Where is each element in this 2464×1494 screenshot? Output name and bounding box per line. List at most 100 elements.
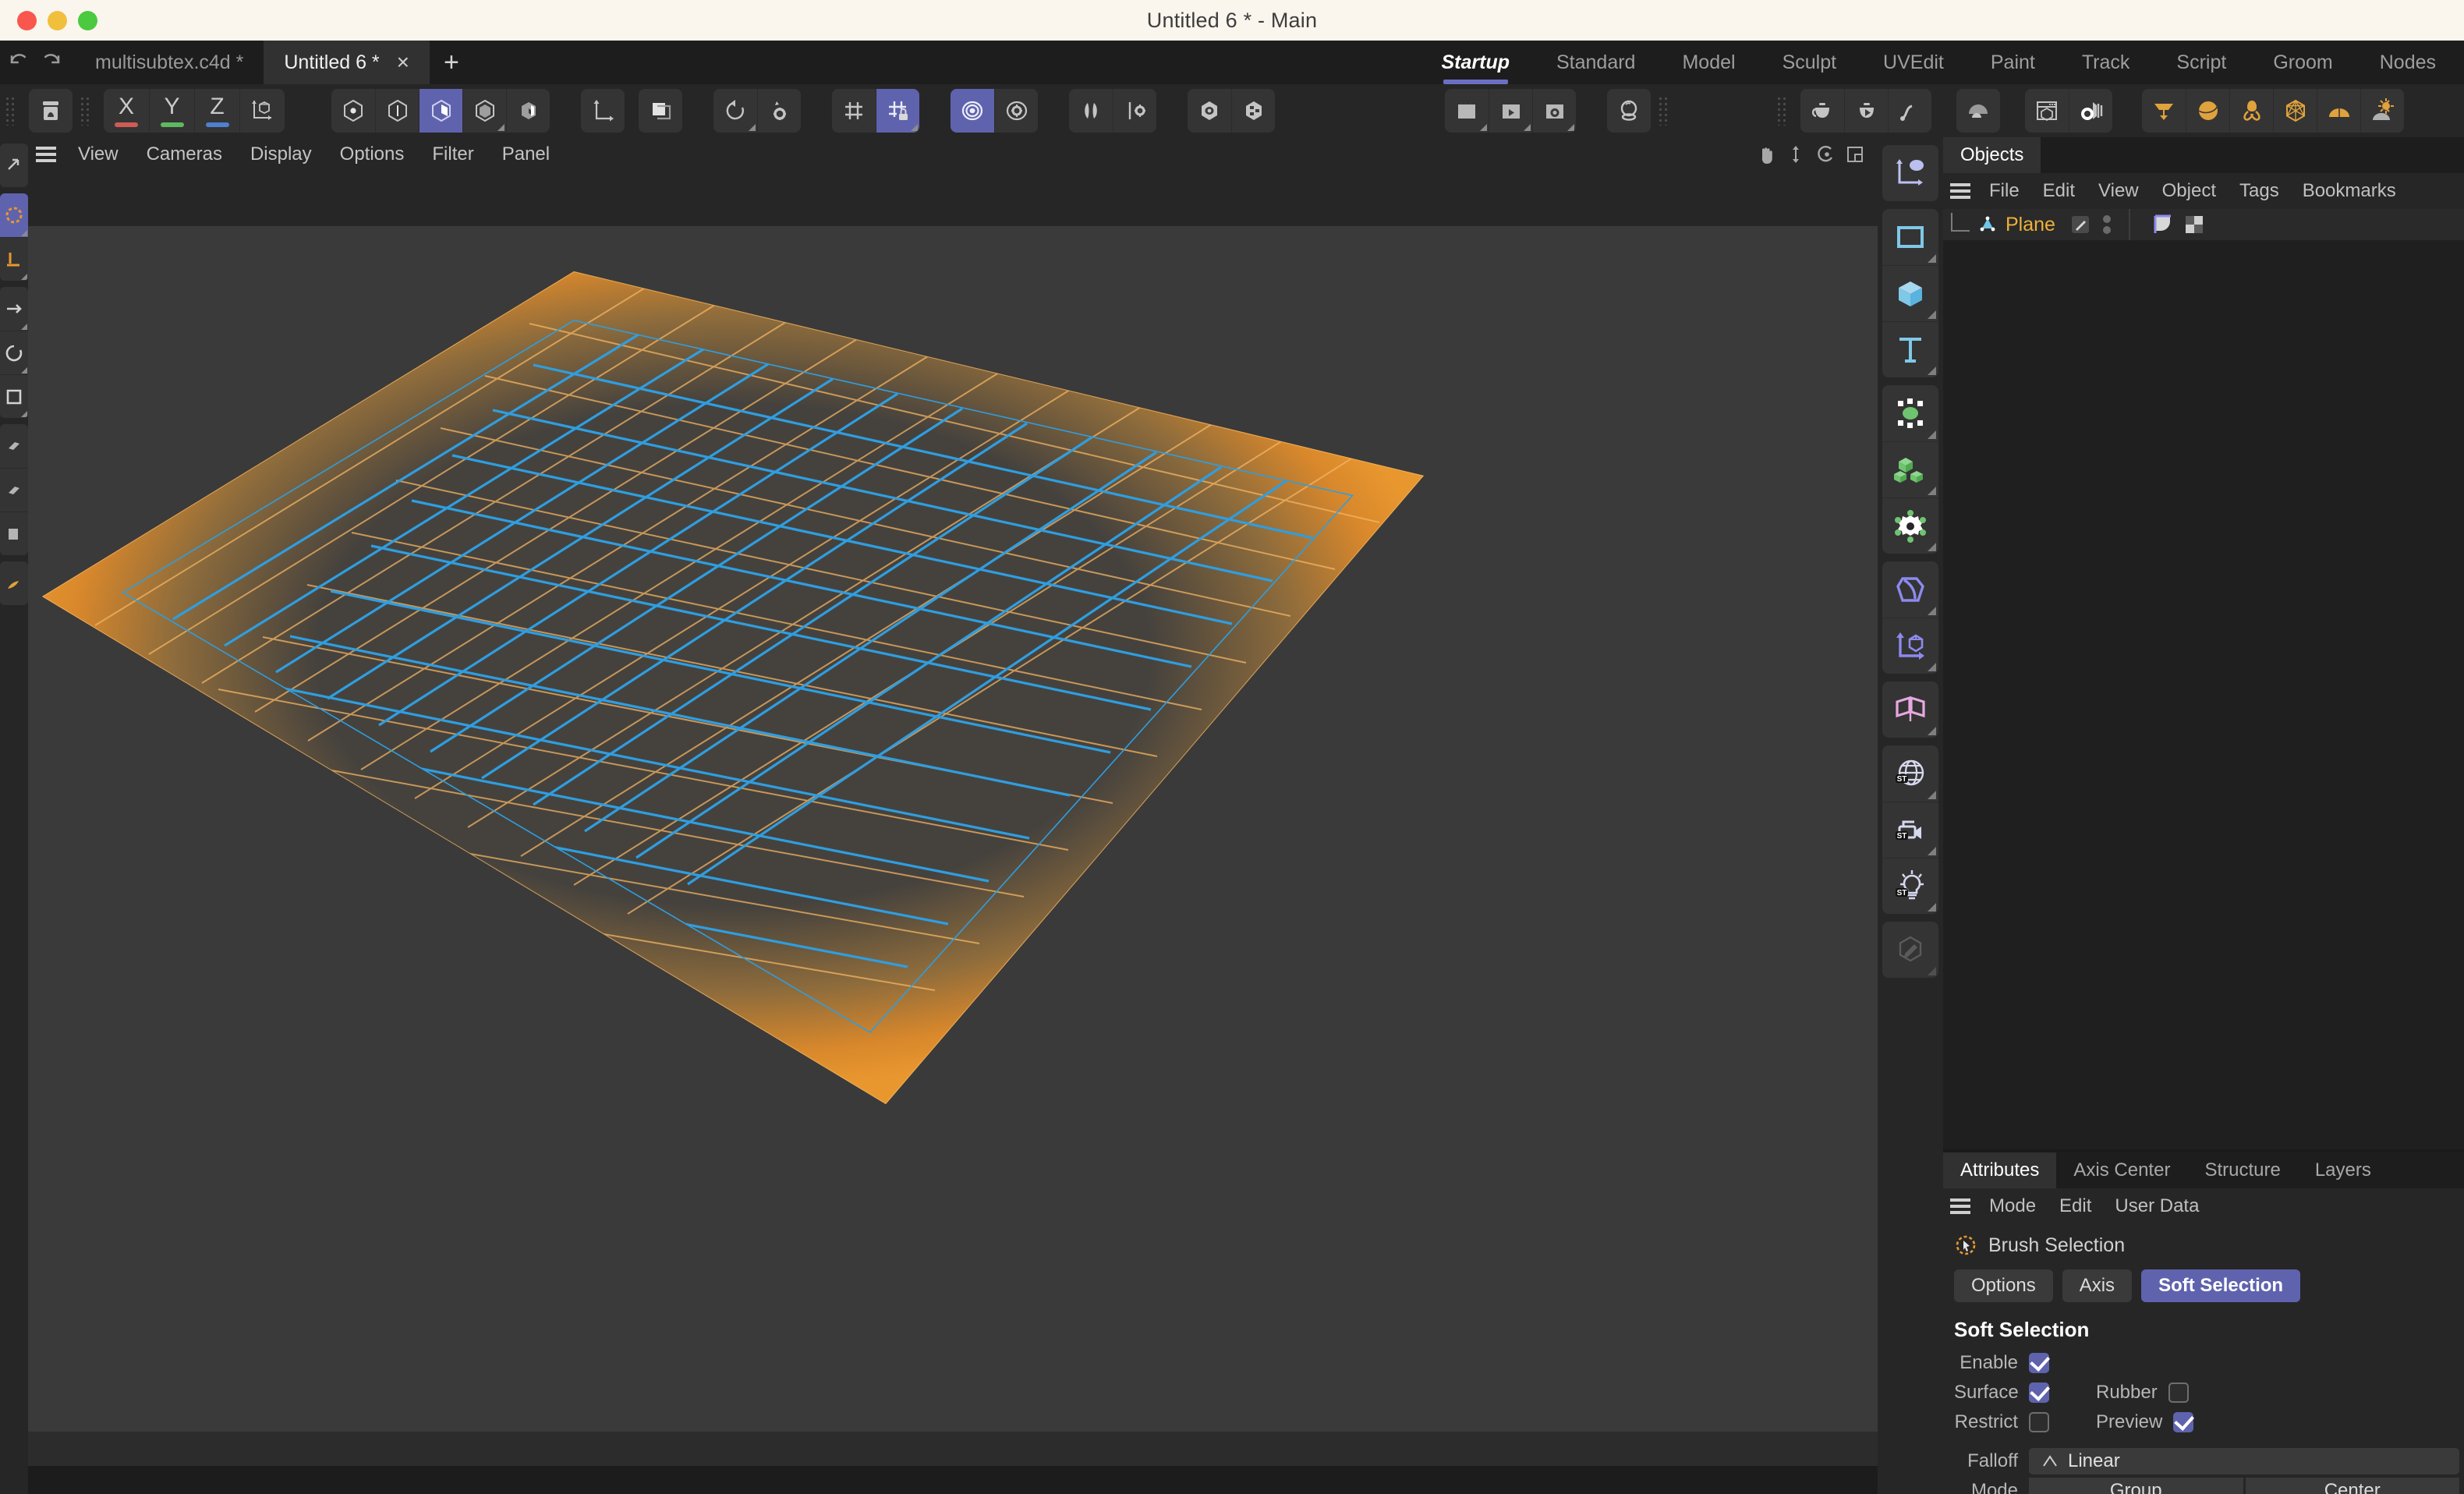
mograph-effector-button[interactable] xyxy=(1882,497,1938,554)
render-settings-stack-button[interactable] xyxy=(2069,89,2112,133)
bend-deformer-button[interactable] xyxy=(1882,561,1938,618)
mograph-cloner-button[interactable] xyxy=(1882,441,1938,497)
magnet-tool-button[interactable] xyxy=(0,424,28,468)
mode-option-group[interactable]: Group xyxy=(2029,1478,2243,1494)
scene-axis-button[interactable] xyxy=(1882,618,1938,674)
teapot-play-button[interactable] xyxy=(1844,89,1888,133)
objects-menu-tags[interactable]: Tags xyxy=(2228,180,2291,202)
falloff-dropdown[interactable]: Linear xyxy=(2029,1448,2459,1475)
phong-tag-icon[interactable] xyxy=(2152,214,2174,235)
subtab-axis[interactable]: Axis xyxy=(2062,1269,2133,1302)
attributes-menu-edit[interactable]: Edit xyxy=(2048,1195,2103,1217)
light-object-button[interactable]: ST xyxy=(1882,858,1938,914)
scale-tool-button[interactable] xyxy=(0,374,28,418)
object-tree[interactable]: Plane xyxy=(1943,209,2464,1149)
render-view-button[interactable] xyxy=(1445,89,1489,133)
grid-button[interactable] xyxy=(832,89,876,133)
layout-tab-track[interactable]: Track xyxy=(2059,41,2154,84)
knife-tool-button[interactable] xyxy=(0,512,28,555)
symmetry-mirror-button[interactable] xyxy=(1069,89,1113,133)
undo-button[interactable] xyxy=(713,89,757,133)
drop-to-floor-button[interactable] xyxy=(2142,89,2186,133)
paint-tool-button[interactable] xyxy=(0,561,28,605)
spline-button[interactable] xyxy=(1888,89,1931,133)
tab-axis-center[interactable]: Axis Center xyxy=(2056,1152,2187,1188)
edit-pencil-icon[interactable] xyxy=(2069,214,2091,235)
move-tool-button[interactable] xyxy=(0,143,28,187)
symmetry-object-button[interactable] xyxy=(1882,682,1938,738)
visibility-dots-icon[interactable] xyxy=(2101,213,2113,236)
layout-tab-nodes[interactable]: Nodes xyxy=(2356,41,2459,84)
platonic-button[interactable] xyxy=(2273,89,2317,133)
texture-axis-button[interactable] xyxy=(639,89,682,133)
document-tab-1[interactable]: Untitled 6 * × xyxy=(264,41,430,84)
quantize-button[interactable] xyxy=(951,89,994,133)
enable-checkbox[interactable] xyxy=(2029,1353,2049,1373)
mode-option-center[interactable]: Center xyxy=(2245,1478,2459,1494)
teapot-button[interactable] xyxy=(1800,89,1844,133)
viewport-canvas[interactable] xyxy=(28,172,1878,1432)
viewport-menu-view[interactable]: View xyxy=(64,137,133,172)
attributes-menu-icon[interactable] xyxy=(1943,1188,1977,1224)
render-queue-button[interactable] xyxy=(1489,89,1532,133)
viewport-menu-filter[interactable]: Filter xyxy=(418,137,487,172)
camera-object-button[interactable]: ST xyxy=(1882,802,1938,858)
texture-tag-icon[interactable] xyxy=(2183,214,2205,235)
tab-layers[interactable]: Layers xyxy=(2298,1152,2388,1188)
viewport-menu-panel[interactable]: Panel xyxy=(488,137,564,172)
maximize-viewport-icon[interactable] xyxy=(1843,143,1867,166)
polygon-mode-button[interactable] xyxy=(419,89,462,133)
objects-menu-icon[interactable] xyxy=(1943,173,1977,209)
viewport-menu-cameras[interactable]: Cameras xyxy=(133,137,236,172)
object-row-plane[interactable]: Plane xyxy=(1943,209,2464,240)
panel-splitter[interactable] xyxy=(1943,1149,2464,1152)
layout-tab-standard[interactable]: Standard xyxy=(1533,41,1659,84)
quantize-settings-button[interactable] xyxy=(994,89,1038,133)
environment-sky-button[interactable]: ST xyxy=(1882,745,1938,802)
viewport[interactable]: View Cameras Display Options Filter Pane… xyxy=(28,137,1878,1466)
orbit-icon[interactable] xyxy=(1814,143,1837,166)
object-axis-mode-button[interactable] xyxy=(506,89,550,133)
model-mode-button[interactable] xyxy=(462,89,506,133)
restrict-checkbox[interactable] xyxy=(2029,1412,2049,1432)
objects-menu-edit[interactable]: Edit xyxy=(2031,180,2087,202)
viewport-cube-button[interactable] xyxy=(2025,89,2069,133)
attributes-menu-mode[interactable]: Mode xyxy=(1977,1195,2048,1217)
surface-checkbox[interactable] xyxy=(2029,1382,2049,1403)
lock-x-axis-button[interactable]: X xyxy=(104,89,149,133)
viewport-menu-icon[interactable] xyxy=(28,137,64,172)
subtab-options[interactable]: Options xyxy=(1954,1269,2053,1302)
world-object-coordinates-button[interactable] xyxy=(239,89,285,133)
history-nav[interactable] xyxy=(0,41,75,84)
document-tab-0[interactable]: multisubtex.c4d * xyxy=(75,41,264,84)
generator-array-button[interactable] xyxy=(1882,385,1938,441)
layout-tab-groom[interactable]: Groom xyxy=(2250,41,2356,84)
lock-z-axis-button[interactable]: Z xyxy=(194,89,239,133)
objects-menu-file[interactable]: File xyxy=(1977,180,2031,202)
layout-tab-paint[interactable]: Paint xyxy=(1967,41,2059,84)
live-selection-button[interactable] xyxy=(0,193,28,237)
snap-lock-button[interactable] xyxy=(876,89,919,133)
sculpt-brush-button[interactable] xyxy=(1882,922,1938,978)
material-preview-button[interactable] xyxy=(1607,89,1651,133)
object-name-label[interactable]: Plane xyxy=(2006,214,2055,236)
visibility-button[interactable] xyxy=(1188,89,1231,133)
world-axis-button[interactable] xyxy=(581,89,625,133)
layout-tab-model[interactable]: Model xyxy=(1659,41,1758,84)
move-arrow-button[interactable] xyxy=(0,287,28,331)
render-settings-button[interactable] xyxy=(1532,89,1576,133)
layer-visibility-button[interactable] xyxy=(1231,89,1275,133)
cube-primitive-button[interactable] xyxy=(1882,265,1938,321)
undo-settings-button[interactable] xyxy=(757,89,801,133)
toolbar-grip[interactable] xyxy=(5,90,22,132)
dolly-icon[interactable] xyxy=(1784,143,1807,166)
tab-objects[interactable]: Objects xyxy=(1943,137,2041,173)
undo-arrow-icon[interactable] xyxy=(8,51,31,74)
rotate-tool-button[interactable] xyxy=(0,331,28,374)
spline-rectangle-button[interactable] xyxy=(1882,209,1938,265)
layout-tab-startup[interactable]: Startup xyxy=(1418,41,1534,84)
layout-tab-script[interactable]: Script xyxy=(2153,41,2250,84)
sphere-primitive-button[interactable] xyxy=(2186,89,2229,133)
toolbar-grip-4[interactable] xyxy=(1776,90,1793,132)
rectangle-selection-button[interactable] xyxy=(0,237,28,281)
